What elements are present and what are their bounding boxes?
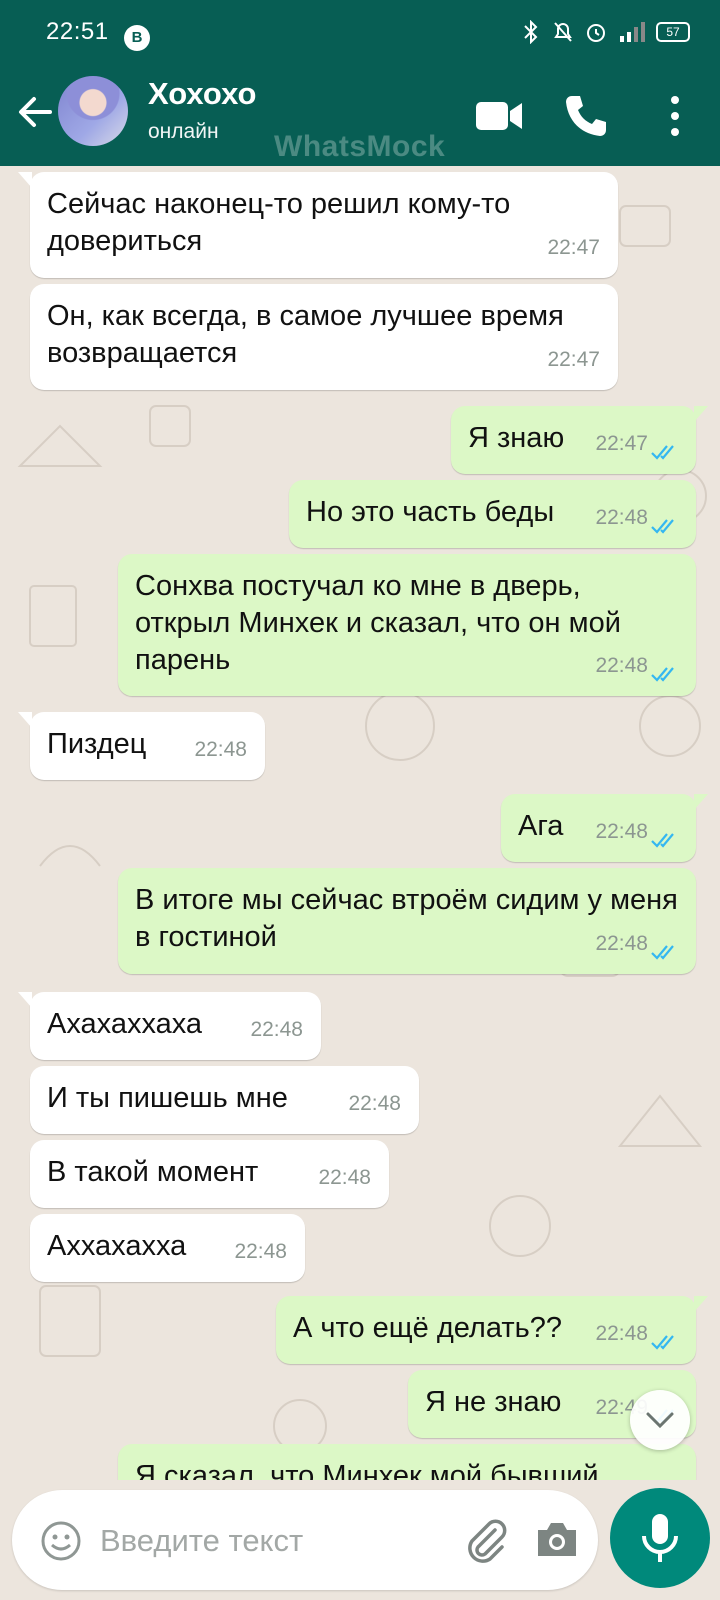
message-time: 22:48	[595, 932, 648, 955]
read-ticks-icon	[651, 519, 674, 534]
read-ticks-icon	[651, 833, 674, 848]
chat-header: Хохохо онлайн WhatsMock	[0, 56, 720, 166]
message-incoming[interactable]: И ты пишешь мне 22:48	[30, 1066, 419, 1134]
message-text: Пиздец	[47, 728, 147, 760]
input-pill	[12, 1490, 598, 1590]
message-outgoing[interactable]: Я сказал, что Минхек мой бывший	[118, 1444, 696, 1480]
mute-bell-icon	[554, 22, 572, 42]
message-time: 22:47	[547, 348, 600, 371]
message-incoming[interactable]: Сейчас наконец-то решил кому-то доверить…	[18, 172, 618, 278]
voice-message-button[interactable]	[610, 1488, 710, 1588]
message-time: 22:48	[234, 1240, 287, 1263]
message-outgoing[interactable]: Но это часть беды 22:48	[289, 480, 696, 548]
message-incoming[interactable]: Аххахахха 22:48	[30, 1214, 305, 1282]
camera-icon[interactable]	[532, 1516, 582, 1564]
message-incoming[interactable]: Пиздец 22:48	[18, 712, 265, 780]
battery-indicator: 57	[656, 22, 690, 42]
message-text: Но это часть беды	[306, 496, 555, 528]
message-time: 22:48	[595, 820, 648, 843]
scroll-to-bottom-button[interactable]	[630, 1390, 690, 1450]
contact-status: онлайн	[148, 120, 219, 143]
message-text: Ахахаххаха	[47, 1008, 203, 1040]
message-time: 22:48	[595, 506, 648, 529]
message-text: А что ещё делать??	[293, 1312, 562, 1344]
status-icons: 57	[520, 20, 690, 44]
message-time: 22:48	[194, 738, 247, 761]
status-time: 22:51	[46, 18, 109, 45]
bluetooth-icon	[524, 20, 538, 44]
alarm-icon	[587, 24, 605, 42]
message-text: Аххахахха	[47, 1230, 187, 1262]
signal-icon	[620, 22, 645, 42]
message-time: 22:47	[547, 236, 600, 259]
message-time: 22:48	[318, 1166, 371, 1189]
message-outgoing[interactable]: А что ещё делать?? 22:48	[276, 1296, 708, 1364]
message-text: Сейчас наконец-то решил кому-то доверить…	[47, 188, 511, 257]
notification-badge: B	[124, 25, 150, 51]
emoji-icon[interactable]	[40, 1520, 82, 1562]
message-time: 22:48	[250, 1018, 303, 1041]
message-text: Сонхва постучал ко мне в дверь, открыл М…	[135, 570, 621, 676]
back-arrow-icon[interactable]	[14, 90, 58, 134]
message-outgoing[interactable]: В итоге мы сейчас втроём сидим у меня в …	[118, 868, 696, 974]
message-text: Я не знаю	[425, 1386, 562, 1418]
status-bar: 22:51 B 57	[0, 0, 720, 56]
contact-name[interactable]: Хохохо	[148, 76, 256, 112]
more-options-icon[interactable]	[652, 90, 698, 142]
read-ticks-icon	[651, 445, 674, 460]
message-outgoing[interactable]: Я знаю 22:47	[451, 406, 708, 474]
message-incoming[interactable]: Ахахаххаха 22:48	[18, 992, 321, 1060]
message-outgoing[interactable]: Сонхва постучал ко мне в дверь, открыл М…	[118, 554, 696, 696]
message-time: 22:48	[595, 1322, 648, 1345]
avatar[interactable]	[58, 76, 128, 146]
read-ticks-icon	[651, 1335, 674, 1350]
message-text: Я знаю	[468, 422, 565, 454]
message-composer	[0, 1480, 720, 1600]
phone-call-icon[interactable]	[560, 90, 612, 142]
message-text: И ты пишешь мне	[47, 1082, 288, 1114]
message-outgoing[interactable]: Ага 22:48	[501, 794, 708, 862]
message-time: 22:47	[595, 432, 648, 455]
read-ticks-icon	[651, 667, 674, 682]
message-incoming[interactable]: Он, как всегда, в самое лучшее время воз…	[30, 284, 618, 390]
chat-area[interactable]: Сейчас наконец-то решил кому-то доверить…	[0, 166, 720, 1480]
microphone-icon	[642, 1514, 678, 1562]
watermark: WhatsMock	[274, 130, 446, 163]
attach-icon[interactable]	[462, 1516, 510, 1564]
message-time: 22:48	[595, 654, 648, 677]
message-input[interactable]	[98, 1516, 442, 1566]
message-text: Он, как всегда, в самое лучшее время воз…	[47, 300, 564, 369]
read-ticks-icon	[651, 945, 674, 960]
video-call-icon[interactable]	[474, 90, 526, 142]
message-text: Ага	[518, 810, 564, 842]
message-text: Я сказал, что Минхек мой бывший	[135, 1460, 599, 1480]
message-time: 22:48	[348, 1092, 401, 1115]
message-incoming[interactable]: В такой момент 22:48	[30, 1140, 389, 1208]
message-text: В такой момент	[47, 1156, 259, 1188]
